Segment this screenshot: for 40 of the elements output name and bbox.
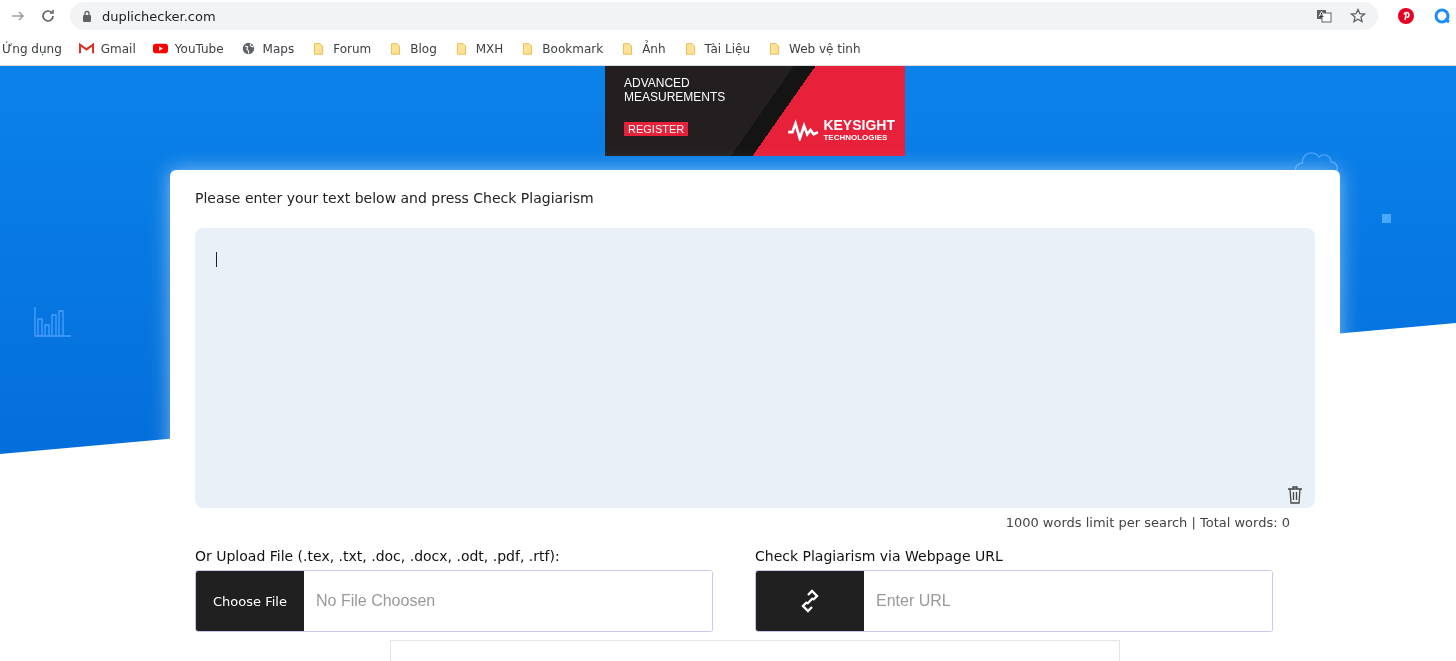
reload-icon[interactable] — [40, 8, 56, 24]
bookmark-item[interactable]: Gmail — [78, 41, 136, 56]
address-bar[interactable]: duplichecker.com — [70, 2, 1378, 30]
word-counter: 1000 words limit per search | Total words: 0 — [1004, 515, 1291, 530]
circle-logo-icon[interactable] — [1434, 8, 1450, 24]
star-icon[interactable] — [1350, 8, 1366, 24]
bookmark-item[interactable]: Forum — [311, 41, 372, 56]
bookmark-item[interactable]: YouTube — [152, 41, 224, 56]
choose-file-button[interactable]: Choose File — [196, 571, 304, 631]
bookmark-item[interactable]: Ứng dụng — [2, 41, 62, 56]
bookmark-item[interactable]: Bookmark — [520, 41, 604, 56]
translate-icon[interactable] — [1316, 8, 1332, 24]
bookmark-item[interactable]: Ảnh — [620, 41, 666, 56]
bookmark-item[interactable]: Tài Liệu — [682, 41, 751, 56]
ad-headline: ADVANCED MEASUREMENTS — [624, 76, 727, 104]
lock-icon — [82, 10, 92, 22]
pin-logo-icon[interactable] — [1398, 8, 1414, 24]
ad-register-button[interactable]: REGISTER — [624, 122, 689, 136]
globe-icon — [240, 42, 256, 55]
ad-brand-subtitle: TECHNOLOGIES — [823, 133, 889, 142]
link-icon — [800, 589, 820, 613]
file-upload-field[interactable]: Choose File No File Choosen — [195, 570, 713, 632]
bookmark-item[interactable]: Maps — [240, 41, 295, 56]
wave-logo-icon — [787, 119, 820, 141]
ad-brand-name: KEYSIGHT — [823, 118, 895, 133]
prompt-text: Please enter your text below and press Check Plagiarism — [195, 190, 595, 206]
url-label: Check Plagiarism via Webpage URL — [755, 548, 1004, 564]
bookmark-item[interactable]: Web vệ tinh — [767, 41, 861, 56]
envelope-m-icon — [78, 42, 94, 55]
bookmark-item[interactable]: Blog — [388, 41, 437, 56]
trash-icon[interactable] — [1287, 486, 1303, 504]
bookmark-item[interactable]: MXH — [453, 41, 504, 56]
square-icon — [1382, 214, 1391, 223]
play-icon — [152, 42, 168, 55]
url-input-field[interactable]: Enter URL — [755, 570, 1273, 632]
upload-label: Or Upload File (.tex, .txt, .doc, .docx, .odt, .pdf, .rtf): — [195, 548, 561, 564]
ad-banner[interactable]: ADVANCED MEASUREMENTS REGISTER KEYSIGHT TECHNOLOGIES — [605, 66, 905, 156]
text-input-area[interactable] — [195, 228, 1315, 508]
bar-chart-icon — [34, 307, 72, 337]
url-text: duplichecker.com — [102, 8, 216, 24]
